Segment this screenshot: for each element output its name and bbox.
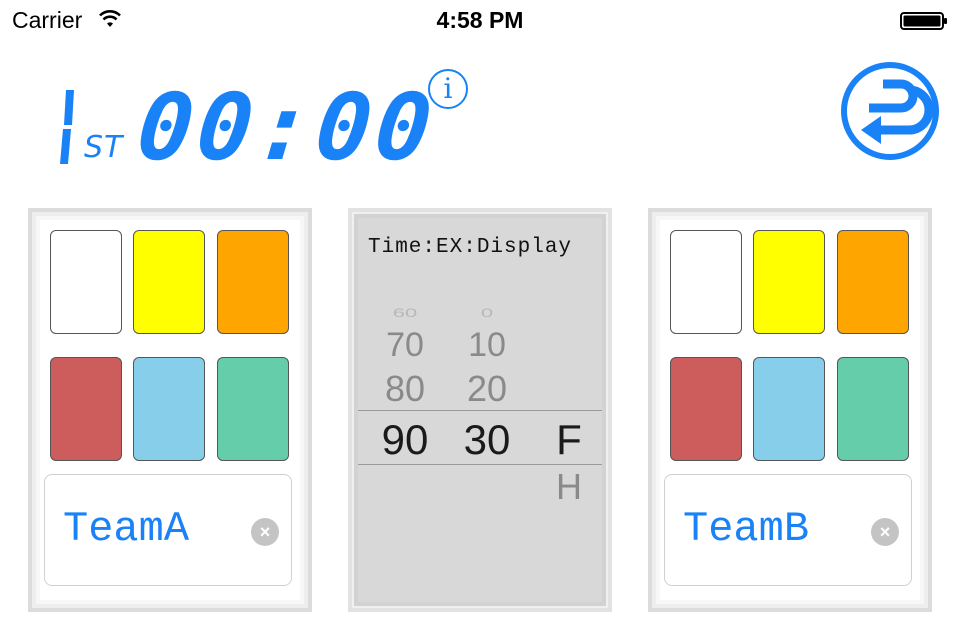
team-b-color-orange[interactable] <box>837 230 909 334</box>
reset-button[interactable] <box>839 60 941 162</box>
team-b-panel: TeamB × <box>648 208 932 612</box>
period-suffix: ST <box>84 130 124 165</box>
team-a-color-red[interactable] <box>50 357 122 461</box>
picker-selected-value: F <box>556 416 582 463</box>
team-b-color-blue[interactable] <box>753 357 825 461</box>
time-display-picker[interactable]: Time:EX:Display 60 70 80 90 0 10 20 30 F… <box>348 208 612 612</box>
picker-selected-value: 30 <box>463 416 511 463</box>
team-a-color-blue[interactable] <box>133 357 205 461</box>
team-b-name-field[interactable]: TeamB × <box>664 474 912 586</box>
picker-selected-value: 90 <box>381 416 429 463</box>
team-b-color-green[interactable] <box>837 357 909 461</box>
picker-value: H <box>556 466 582 507</box>
clear-icon[interactable]: × <box>871 518 899 546</box>
clear-icon[interactable]: × <box>251 518 279 546</box>
picker-title: Time:EX:Display <box>368 236 573 259</box>
picker-value: 80 <box>384 368 426 409</box>
team-a-name: TeamA <box>63 505 190 553</box>
team-a-color-orange[interactable] <box>217 230 289 334</box>
team-a-name-field[interactable]: TeamA × <box>44 474 292 586</box>
picker-selection-top-line <box>358 410 602 411</box>
picker-value: 60 <box>392 305 418 320</box>
picker-value: 20 <box>466 368 508 409</box>
game-clock[interactable]: 00:00 <box>132 74 440 181</box>
picker-selection-bottom-line <box>358 464 602 465</box>
picker-value: 0 <box>480 305 494 320</box>
status-time: 4:58 PM <box>436 7 524 33</box>
battery-icon <box>900 12 948 35</box>
team-b-color-white[interactable] <box>670 230 742 334</box>
team-a-panel: TeamA × <box>28 208 312 612</box>
team-b-color-red[interactable] <box>670 357 742 461</box>
info-button[interactable]: i <box>428 69 468 109</box>
period-digit: 1 <box>50 88 80 166</box>
team-a-color-yellow[interactable] <box>133 230 205 334</box>
return-arrow-icon <box>841 62 939 160</box>
status-bar: Carrier 4:58 PM <box>0 0 960 40</box>
team-b-color-yellow[interactable] <box>753 230 825 334</box>
picker-value: 70 <box>386 326 424 364</box>
team-b-name: TeamB <box>683 505 810 553</box>
info-icon: i <box>443 72 453 105</box>
team-a-color-white[interactable] <box>50 230 122 334</box>
team-a-color-green[interactable] <box>217 357 289 461</box>
picker-value: 10 <box>468 326 506 364</box>
